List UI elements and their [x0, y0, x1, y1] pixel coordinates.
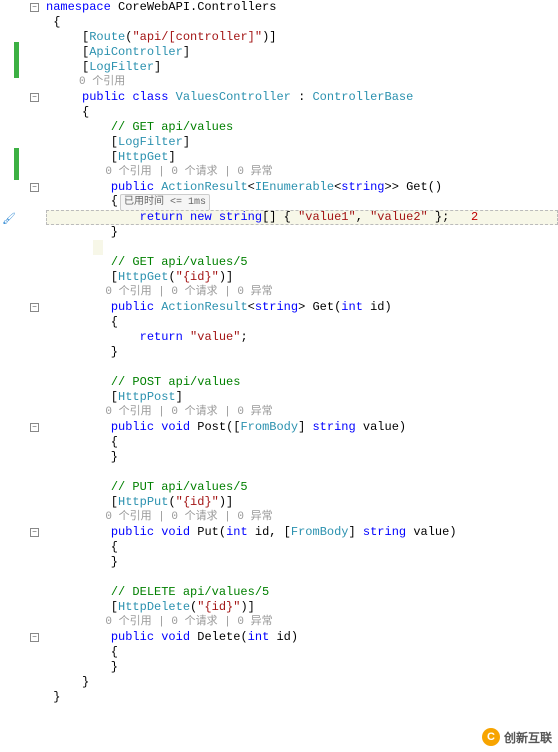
codelens[interactable]: 0 个引用 | 0 个请求 | 0 异常	[46, 615, 558, 630]
code-line[interactable]: [HttpGet("{id}")]	[46, 270, 558, 285]
watermark: C 创新互联	[482, 728, 552, 746]
code-line[interactable]: // DELETE api/values/5	[46, 585, 558, 600]
code-line[interactable]	[46, 570, 558, 585]
code-line[interactable]: return new string[] { "value1", "value2"…	[46, 210, 558, 225]
fold-toggle[interactable]: −	[30, 633, 39, 642]
code-line[interactable]: [LogFilter]	[46, 135, 558, 150]
code-line[interactable]: }	[46, 690, 558, 705]
code-line[interactable]: }	[46, 345, 558, 360]
code-line[interactable]	[46, 240, 558, 255]
code-line[interactable]: return "value";	[46, 330, 558, 345]
code-line[interactable]: public void Post([FromBody] string value…	[46, 420, 558, 435]
code-line[interactable]: public ActionResult<string> Get(int id)	[46, 300, 558, 315]
fold-toggle[interactable]: −	[30, 3, 39, 12]
code-line[interactable]: {已用时间 <= 1ms	[46, 194, 558, 211]
code-line[interactable]: [LogFilter]	[46, 60, 558, 75]
perf-hint: 已用时间 <= 1ms	[120, 194, 210, 211]
brace-highlight	[93, 240, 103, 255]
code-line[interactable]: {	[46, 435, 558, 450]
codelens[interactable]: 0 个引用 | 0 个请求 | 0 异常	[46, 510, 558, 525]
code-line[interactable]: [HttpDelete("{id}")]	[46, 600, 558, 615]
code-line[interactable]: public void Put(int id, [FromBody] strin…	[46, 525, 558, 540]
code-line[interactable]: public class ValuesController : Controll…	[46, 90, 558, 105]
debug-annotation: 2	[471, 210, 478, 225]
codelens[interactable]: 0 个引用 | 0 个请求 | 0 异常	[46, 165, 558, 180]
code-line[interactable]: public ActionResult<IEnumerable<string>>…	[46, 180, 558, 195]
codelens[interactable]: 0 个引用 | 0 个请求 | 0 异常	[46, 285, 558, 300]
code-line[interactable]: {	[46, 540, 558, 555]
code-line[interactable]: {	[46, 105, 558, 120]
code-line[interactable]: {	[46, 315, 558, 330]
codelens[interactable]: 0 个引用 | 0 个请求 | 0 异常	[46, 405, 558, 420]
code-line[interactable]: [Route("api/[controller]")]	[46, 30, 558, 45]
fold-toggle[interactable]: −	[30, 423, 39, 432]
code-editor[interactable]: −namespace CoreWebAPI.Controllers { [Rou…	[0, 0, 558, 705]
code-line[interactable]: [HttpPost]	[46, 390, 558, 405]
fold-toggle[interactable]: −	[30, 303, 39, 312]
watermark-text: 创新互联	[504, 729, 552, 746]
fold-toggle[interactable]: −	[30, 528, 39, 537]
codelens[interactable]: 0 个引用	[46, 75, 558, 90]
code-line[interactable]: namespace CoreWebAPI.Controllers	[46, 0, 558, 15]
code-line[interactable]: }	[46, 555, 558, 570]
fold-toggle[interactable]: −	[30, 93, 39, 102]
watermark-logo-icon: C	[482, 728, 500, 746]
code-line[interactable]: // PUT api/values/5	[46, 480, 558, 495]
code-line[interactable]: }	[46, 660, 558, 675]
code-line[interactable]: [HttpGet]	[46, 150, 558, 165]
code-line[interactable]: {	[46, 15, 558, 30]
code-line[interactable]: // POST api/values	[46, 375, 558, 390]
code-line[interactable]: [ApiController]	[46, 45, 558, 60]
code-line[interactable]: }	[46, 225, 558, 240]
code-line[interactable]: }	[46, 675, 558, 690]
code-line[interactable]: // GET api/values/5	[46, 255, 558, 270]
code-line[interactable]: // GET api/values	[46, 120, 558, 135]
code-line[interactable]: {	[46, 645, 558, 660]
code-line[interactable]	[46, 360, 558, 375]
fold-toggle[interactable]: −	[30, 183, 39, 192]
code-line[interactable]: }	[46, 450, 558, 465]
code-line[interactable]	[46, 465, 558, 480]
code-line[interactable]: [HttpPut("{id}")]	[46, 495, 558, 510]
code-line[interactable]: public void Delete(int id)	[46, 630, 558, 645]
